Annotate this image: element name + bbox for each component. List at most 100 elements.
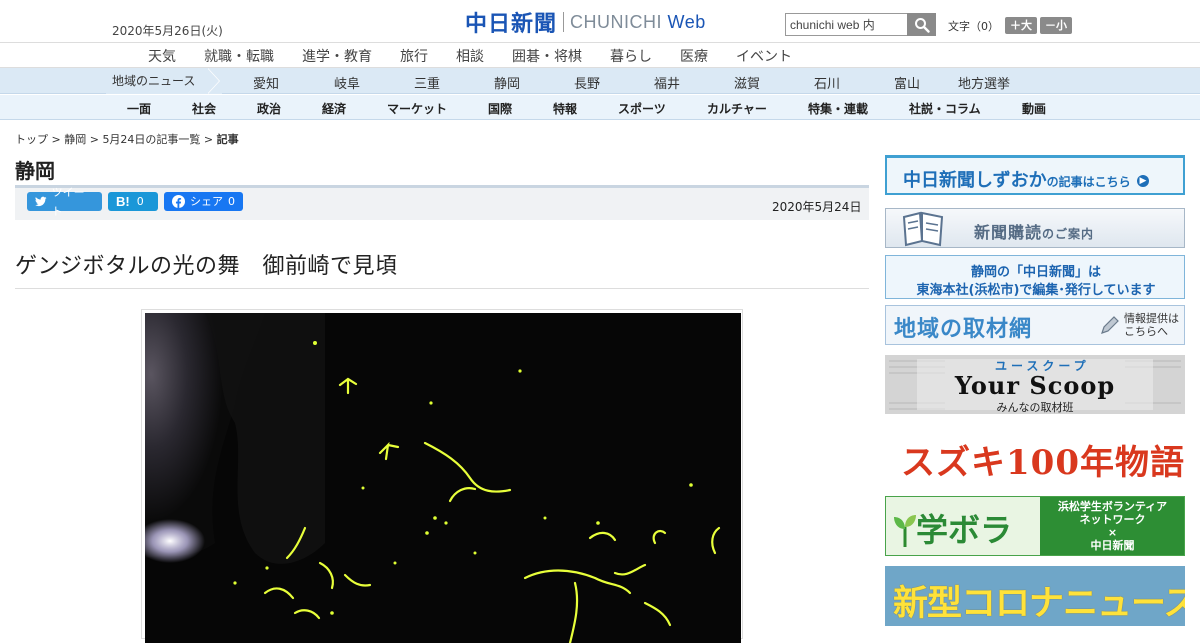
- current-date: 2020年5月26日(火): [112, 24, 223, 38]
- gakubora-line3: 中日新聞: [1090, 539, 1135, 552]
- facebook-share-button[interactable]: シェア 0: [164, 192, 243, 211]
- nav-weather[interactable]: 天気: [148, 46, 176, 66]
- nav-jobs[interactable]: 就職・転職: [204, 46, 274, 66]
- your-scoop-sub: みんなの取材班: [996, 401, 1074, 414]
- banner-chunichi-shizuoka-sub: の記事はこちら: [1046, 175, 1131, 189]
- arrow-circle-icon: ▶: [1136, 175, 1149, 187]
- cat-international[interactable]: 国際: [488, 100, 512, 117]
- font-smaller-button[interactable]: －小: [1040, 17, 1072, 34]
- banner-reporting-sub2: こちらへ: [1124, 325, 1168, 338]
- search-button[interactable]: [907, 13, 936, 36]
- article-headline: ゲンジボタルの光の舞 御前崎で見頃: [15, 254, 398, 279]
- article-date: 2020年5月24日: [772, 200, 862, 214]
- region-shiga[interactable]: 滋賀: [734, 73, 760, 92]
- region-shizuoka[interactable]: 静岡: [494, 73, 520, 92]
- facebook-share-count: 0: [228, 195, 235, 208]
- cat-editorials[interactable]: 社説・コラム: [909, 100, 981, 117]
- section-title: 静岡: [15, 159, 55, 183]
- banner-gakubora[interactable]: 学ボラ 浜松学生ボランティア ネットワーク × 中日新聞: [885, 496, 1185, 556]
- region-ishikawa[interactable]: 石川: [814, 73, 840, 92]
- logo-english: CHUNICHI Web: [570, 12, 706, 33]
- banner-subscription[interactable]: 新聞購読のご案内: [885, 208, 1185, 248]
- banner-chunichi-shizuoka-text: 中日新聞しずおかの記事はこちら ▶: [903, 166, 1149, 192]
- suzuki-100-title: スズキ100年物語: [901, 443, 1185, 483]
- cat-sports[interactable]: スポーツ: [618, 100, 666, 117]
- regional-nav: 地域のニュース 愛知 岐阜 三重 静岡 長野 福井 滋賀 石川 富山 地方選挙: [0, 68, 1200, 94]
- cat-features[interactable]: 特集・連載: [808, 100, 868, 117]
- banner-reporting-sub1: 情報提供は: [1124, 312, 1179, 325]
- gakubora-info: 浜松学生ボランティア ネットワーク × 中日新聞: [1040, 497, 1184, 555]
- firefly-photo-image: [145, 313, 741, 643]
- gakubora-line1: 浜松学生ボランティア: [1057, 500, 1168, 513]
- cat-front-page[interactable]: 一面: [127, 100, 151, 117]
- cat-society[interactable]: 社会: [192, 100, 216, 117]
- regional-nav-label[interactable]: 地域のニュース: [106, 68, 222, 94]
- nav-medical[interactable]: 医療: [680, 46, 708, 66]
- banner-subscription-text: 新聞購読のご案内: [974, 219, 1094, 243]
- banner-your-scoop[interactable]: ユースクープ Your Scoop みんなの取材班: [885, 355, 1185, 414]
- font-size-label: 文字（0）: [948, 19, 999, 33]
- site-search: [785, 13, 936, 36]
- hatena-icon: B!: [116, 194, 130, 209]
- breadcrumb: トップ > 静岡 > 5月24日の記事一覧 > 記事: [15, 133, 239, 146]
- service-nav: 天気 就職・転職 進学・教育 旅行 相談 囲碁・将棋 暮らし 医療 イベント: [0, 42, 1200, 68]
- banner-subscription-sub: のご案内: [1042, 227, 1095, 241]
- region-gifu[interactable]: 岐阜: [334, 73, 360, 92]
- banner-chunichi-shizuoka[interactable]: 中日新聞しずおかの記事はこちら ▶: [885, 155, 1185, 195]
- nav-education[interactable]: 進学・教育: [302, 46, 372, 66]
- cat-special-report[interactable]: 特報: [553, 100, 577, 117]
- facebook-icon: [172, 195, 185, 208]
- covid-news-title: 新型コロナニュース: [893, 584, 1185, 624]
- hatena-bookmark-button[interactable]: B! 0: [108, 192, 158, 211]
- banner-covid-news[interactable]: 新型コロナニュース: [885, 566, 1185, 626]
- banner-tokai-office[interactable]: 静岡の「中日新聞」は 東海本社(浜松市)で編集･発行しています: [885, 255, 1185, 299]
- your-scoop-title: Your Scoop: [954, 371, 1116, 400]
- tweet-button[interactable]: ツイート: [27, 186, 102, 218]
- banner-tokai-line1: 静岡の「中日新聞」は: [970, 265, 1101, 280]
- banner-chunichi-shizuoka-title: 中日新聞しずおか: [903, 170, 1047, 191]
- article-photo-frame: [141, 309, 743, 643]
- category-nav: 一面 社会 政治 経済 マーケット 国際 特報 スポーツ カルチャー 特集・連載…: [0, 95, 1200, 120]
- nav-travel[interactable]: 旅行: [400, 46, 428, 66]
- region-nagano[interactable]: 長野: [574, 73, 600, 92]
- region-mie[interactable]: 三重: [414, 73, 440, 92]
- breadcrumb-current: 記事: [216, 133, 239, 146]
- regional-nav-arrow: [207, 68, 219, 94]
- share-bar: ツイート B! 0 シェア 0 2020年5月24日: [15, 186, 869, 220]
- breadcrumb-list[interactable]: 5月24日の記事一覧: [102, 133, 200, 146]
- logo-chunichi: CHUNICHI: [570, 11, 663, 32]
- font-larger-button[interactable]: ＋大: [1005, 17, 1037, 34]
- cat-economy[interactable]: 経済: [322, 100, 346, 117]
- site-logo[interactable]: 中日新聞 CHUNICHI Web: [465, 9, 706, 37]
- nav-go-shogi[interactable]: 囲碁・将棋: [512, 46, 582, 66]
- pencil-icon: [1101, 316, 1119, 334]
- hatena-count: 0: [136, 195, 144, 208]
- logo-japanese: 中日新聞: [465, 11, 558, 37]
- breadcrumb-top[interactable]: トップ: [15, 133, 48, 146]
- nav-events[interactable]: イベント: [736, 46, 792, 66]
- firefly-photo[interactable]: [145, 313, 741, 643]
- nav-consult[interactable]: 相談: [456, 46, 484, 66]
- region-fukui[interactable]: 福井: [654, 73, 680, 92]
- region-elections[interactable]: 地方選挙: [958, 73, 1010, 92]
- headline-divider: [15, 288, 869, 289]
- banner-tokai-line2: 東海本社(浜松市)で編集･発行しています: [916, 283, 1156, 298]
- breadcrumb-region[interactable]: 静岡: [64, 133, 86, 146]
- region-toyama[interactable]: 富山: [894, 73, 920, 92]
- banner-subscription-title: 新聞購読: [974, 223, 1043, 242]
- gakubora-cross: ×: [1107, 526, 1118, 539]
- site-header: 2020年5月26日(火) 中日新聞 CHUNICHI Web 文字（0） ＋大…: [0, 0, 1200, 42]
- cat-video[interactable]: 動画: [1022, 100, 1046, 117]
- cat-market[interactable]: マーケット: [387, 100, 447, 117]
- search-input[interactable]: [785, 13, 907, 36]
- twitter-icon: [35, 196, 47, 207]
- banner-suzuki-100[interactable]: スズキ100年物語: [885, 427, 1185, 484]
- banner-reporting-network[interactable]: 地域の取材網 情報提供は こちらへ: [885, 305, 1185, 345]
- cat-politics[interactable]: 政治: [257, 100, 281, 117]
- banner-reporting-title: 地域の取材網: [894, 317, 1033, 342]
- region-aichi[interactable]: 愛知: [253, 73, 279, 92]
- cat-culture[interactable]: カルチャー: [707, 100, 767, 117]
- nav-living[interactable]: 暮らし: [610, 46, 652, 66]
- banner-reporting-sub: 情報提供は こちらへ: [1124, 312, 1179, 338]
- logo-divider: [563, 12, 565, 32]
